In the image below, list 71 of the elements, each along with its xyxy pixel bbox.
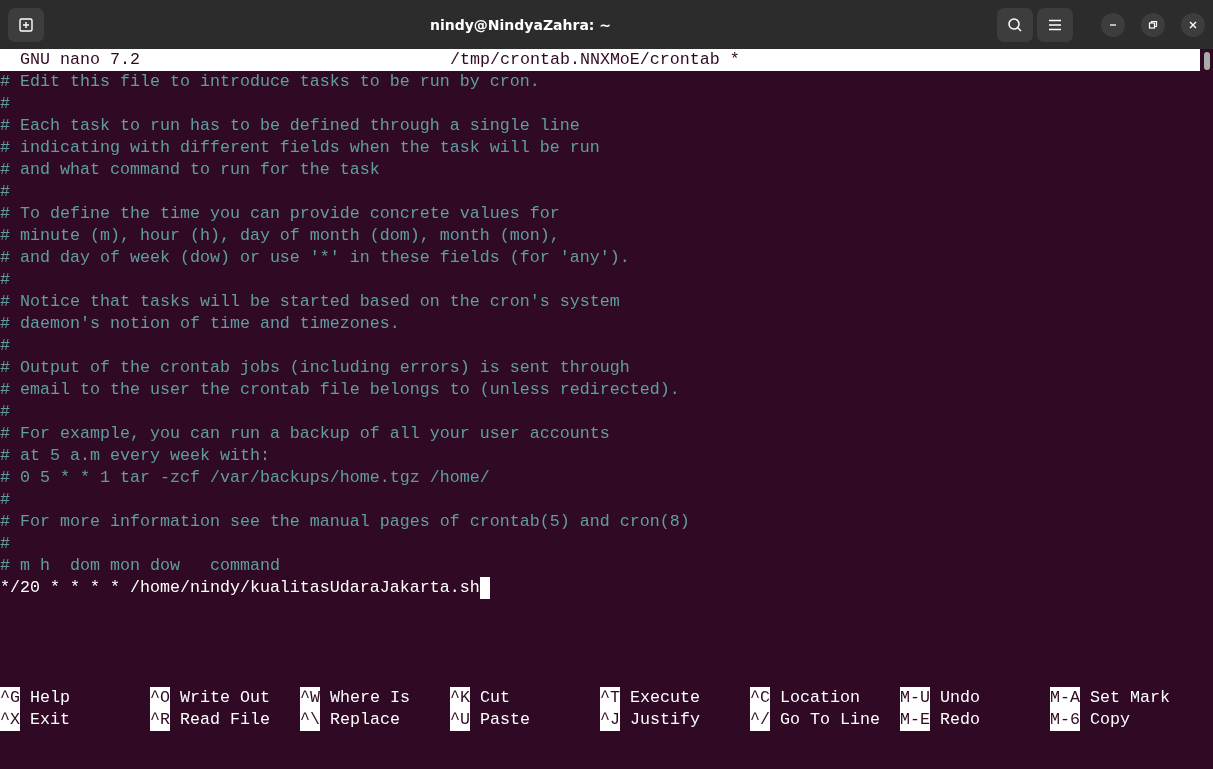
comment-line: # email to the user the crontab file belongs to (unless redirected). [0, 380, 680, 399]
comment-line: # m h dom mon dow command [0, 556, 280, 575]
new-tab-icon [18, 16, 34, 33]
shortcut-label: Justify [630, 709, 700, 731]
comment-line: # [0, 270, 10, 289]
close-icon [1188, 19, 1198, 30]
shortcut-label: Read File [180, 709, 270, 731]
comment-line: # 0 5 * * 1 tar -zcf /var/backups/home.tgz /home/ [0, 468, 490, 487]
shortcut-label: Help [30, 687, 70, 709]
comment-line: # Each task to run has to be defined through a single line [0, 116, 580, 135]
comment-line: # For more information see the manual pages of crontab(5) and cron(8) [0, 512, 690, 531]
shortcut-label: Replace [330, 709, 400, 731]
file-name: /tmp/crontab.NNXMoE/crontab * [449, 49, 740, 71]
comment-line: # minute (m), hour (h), day of month (dom), month (mon), [0, 226, 560, 245]
shortcut-label: Go To Line [780, 709, 880, 731]
shortcut-label: Execute [630, 687, 700, 709]
shortcut-key: M-E [900, 709, 930, 731]
close-button[interactable] [1181, 12, 1205, 37]
comment-line: # [0, 534, 10, 553]
comment-line: # To define the time you can provide concrete values for [0, 204, 560, 223]
search-button[interactable] [997, 7, 1033, 42]
shortcut-label: Write Out [180, 687, 270, 709]
shortcut-key: ^/ [750, 709, 770, 731]
shortcut-key: M-U [900, 687, 930, 709]
shortcut-label: Copy [1090, 709, 1130, 731]
shortcut-key: ^R [150, 709, 170, 731]
menu-icon [1048, 18, 1062, 31]
comment-line: # [0, 182, 10, 201]
shortcut-key: ^K [450, 687, 470, 709]
shortcut-label: Exit [30, 709, 70, 731]
shortcut-key: M-6 [1050, 709, 1080, 731]
shortcut-label: Paste [480, 709, 530, 731]
comment-line: # Output of the crontab jobs (including errors) is sent through [0, 358, 630, 377]
comment-line: # and what command to run for the task [0, 160, 380, 179]
shortcut-key: M-A [1050, 687, 1080, 709]
maximize-button[interactable] [1141, 12, 1165, 37]
comment-line: # Edit this file to introduce tasks to be run by cron. [0, 72, 540, 91]
restore-icon [1148, 19, 1158, 30]
comment-line: # [0, 402, 10, 421]
comment-line: # at 5 a.m every week with: [0, 446, 270, 465]
comment-line: # For example, you can run a backup of all your user accounts [0, 424, 610, 443]
shortcut-label: Where Is [330, 687, 410, 709]
comment-line: # daemon's notion of time and timezones. [0, 314, 400, 333]
shortcut-label: Cut [480, 687, 510, 709]
window-title: nindy@NindyaZahra: ~ [429, 16, 612, 33]
comment-line: # [0, 336, 10, 355]
shortcut-key: ^G [0, 687, 20, 709]
comment-line: # Notice that tasks will be started based on the cron's system [0, 292, 620, 311]
comment-line: # indicating with different fields when the task will be run [0, 138, 600, 157]
shortcut-label: Redo [940, 709, 980, 731]
new-tab-button[interactable] [8, 7, 44, 42]
shortcut-key: ^J [600, 709, 620, 731]
shortcut-key: ^O [150, 687, 170, 709]
code-line: */20 * * * * /home/nindy/kualitasUdaraJakarta.sh [0, 578, 480, 597]
scrollbar-thumb[interactable] [1204, 52, 1210, 70]
shortcut-label: Location [780, 687, 860, 709]
minimize-icon [1109, 23, 1117, 26]
nano-version: GNU nano 7.2 [20, 49, 140, 71]
shortcut-key: ^C [750, 687, 770, 709]
shortcut-key: ^T [600, 687, 620, 709]
comment-line: # [0, 94, 10, 113]
shortcut-key: ^U [450, 709, 470, 731]
menu-button[interactable] [1037, 7, 1073, 42]
shortcut-key: ^\ [300, 709, 320, 731]
comment-line: # [0, 490, 10, 509]
search-icon [1007, 16, 1023, 33]
shortcut-key: ^X [0, 709, 20, 731]
shortcut-key: ^W [300, 687, 320, 709]
shortcut-label: Undo [940, 687, 980, 709]
comment-line: # and day of week (dow) or use '*' in these fields (for 'any'). [0, 248, 630, 267]
shortcut-label: Set Mark [1090, 687, 1170, 709]
